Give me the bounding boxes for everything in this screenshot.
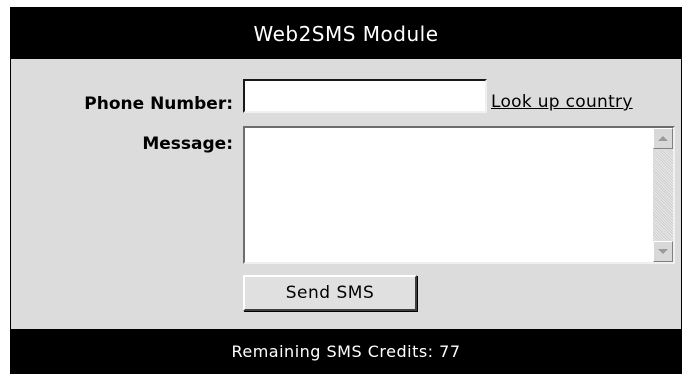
module-header: Web2SMS Module <box>11 8 681 59</box>
look-up-country-link[interactable]: Look up country <box>491 92 633 112</box>
scroll-down-button[interactable] <box>653 241 673 262</box>
phone-number-input[interactable] <box>243 79 487 113</box>
scroll-down-arrow-icon <box>658 249 668 254</box>
remaining-credits-text: Remaining SMS Credits: 77 <box>231 341 461 361</box>
scroll-up-arrow-icon <box>658 136 668 141</box>
message-label: Message: <box>142 134 233 154</box>
web2sms-module: Web2SMS Module Phone Number: Look up cou… <box>10 7 682 374</box>
scroll-up-button[interactable] <box>653 128 673 149</box>
message-input[interactable] <box>245 128 653 262</box>
message-textarea[interactable] <box>243 126 675 264</box>
send-sms-button[interactable]: Send SMS <box>243 275 417 311</box>
module-title: Web2SMS Module <box>253 21 439 46</box>
module-footer: Remaining SMS Credits: 77 <box>11 329 681 373</box>
message-scrollbar[interactable] <box>653 128 673 262</box>
phone-number-label: Phone Number: <box>84 94 233 114</box>
